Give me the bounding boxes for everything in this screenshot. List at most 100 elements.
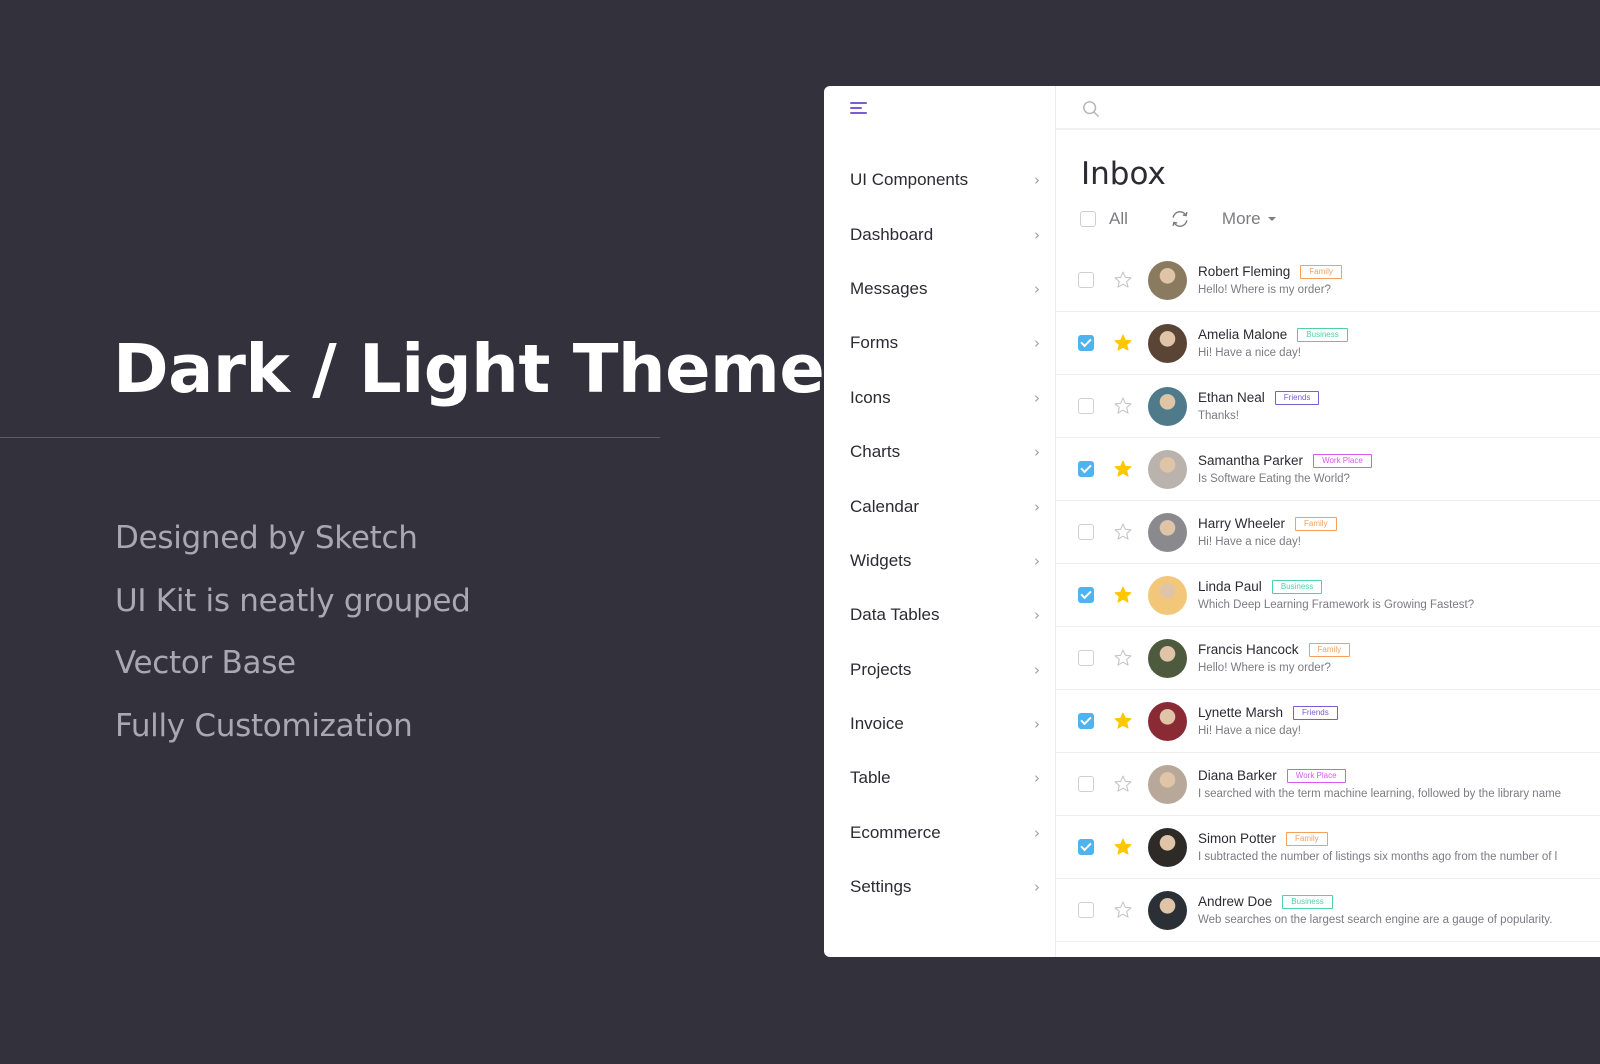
- avatar: [1148, 639, 1187, 678]
- sender-name: Harry Wheeler: [1198, 516, 1286, 531]
- sidebar: UI Components › Dashboard › Messages › Forms › I…: [824, 86, 1056, 957]
- sender-name: Diana Barker: [1198, 768, 1277, 783]
- star-icon[interactable]: [1113, 333, 1133, 353]
- message-row[interactable]: Francis Hancock Family Hello! Where is my …: [1056, 627, 1600, 690]
- message-preview: Hi! Have a nice day!: [1198, 536, 1301, 548]
- sender-line: Robert Fleming Family: [1198, 264, 1342, 279]
- more-label: More: [1221, 209, 1261, 228]
- select-all-checkbox[interactable]: [1080, 211, 1096, 227]
- sidebar-item-dashboard[interactable]: Dashboard ›: [824, 207, 1056, 261]
- sidebar-item-projects[interactable]: Projects ›: [824, 643, 1056, 697]
- row-checkbox[interactable]: [1078, 461, 1094, 477]
- message-row[interactable]: Andrew Doe Business Web searches on the la…: [1056, 879, 1600, 942]
- star-icon[interactable]: [1113, 270, 1133, 290]
- sender-line: Linda Paul Business: [1198, 579, 1323, 594]
- star-icon[interactable]: [1113, 396, 1133, 416]
- star-icon[interactable]: [1113, 774, 1133, 794]
- search-icon[interactable]: [1082, 100, 1100, 118]
- message-row[interactable]: Robert Fleming Family Hello! Where is my o…: [1056, 249, 1600, 312]
- sidebar-item-settings[interactable]: Settings ›: [824, 860, 1056, 914]
- avatar: [1148, 387, 1187, 426]
- caret-down-icon: [1267, 217, 1276, 221]
- feature-list: Designed by Sketch UI Kit is neatly grou…: [115, 518, 471, 768]
- chevron-right-icon: ›: [1034, 497, 1040, 516]
- row-checkbox[interactable]: [1078, 713, 1094, 729]
- row-checkbox[interactable]: [1078, 524, 1094, 540]
- star-icon[interactable]: [1113, 648, 1133, 668]
- row-checkbox[interactable]: [1078, 398, 1094, 414]
- star-icon[interactable]: [1113, 711, 1133, 731]
- sidebar-item-charts[interactable]: Charts ›: [824, 425, 1056, 479]
- message-preview: Web searches on the largest search engin…: [1198, 914, 1553, 926]
- sender-name: Andrew Doe: [1198, 894, 1273, 909]
- message-preview: Which Deep Learning Framework is Growing…: [1198, 599, 1475, 611]
- star-icon[interactable]: [1113, 585, 1133, 605]
- sidebar-item-label: Forms: [850, 333, 899, 353]
- message-preview: Thanks!: [1198, 410, 1239, 422]
- avatar: [1148, 513, 1187, 552]
- sidebar-item-widgets[interactable]: Widgets ›: [824, 534, 1056, 588]
- sender-line: Harry Wheeler Family: [1198, 516, 1337, 531]
- row-checkbox[interactable]: [1078, 776, 1094, 792]
- chevron-right-icon: ›: [1034, 878, 1040, 897]
- avatar: [1148, 702, 1187, 741]
- sidebar-item-ecommerce[interactable]: Ecommerce ›: [824, 806, 1056, 860]
- category-tag: Family: [1300, 264, 1342, 279]
- message-row[interactable]: Lynette Marsh Friends Hi! Have a nice day!: [1056, 690, 1600, 753]
- sidebar-item-invoice[interactable]: Invoice ›: [824, 697, 1056, 751]
- sidebar-item-table[interactable]: Table ›: [824, 751, 1056, 805]
- sender-line: Diana Barker Work Place: [1198, 768, 1346, 783]
- hero-divider: [0, 437, 660, 438]
- message-preview: I searched with the term machine learnin…: [1198, 788, 1562, 800]
- app-window: UI Components › Dashboard › Messages › Forms › I…: [824, 86, 1600, 957]
- sender-line: Ethan Neal Friends: [1198, 390, 1320, 405]
- feature-item: Vector Base: [115, 645, 296, 681]
- row-checkbox[interactable]: [1078, 272, 1094, 288]
- feature-item: Fully Customization: [115, 707, 413, 744]
- sidebar-item-data-tables[interactable]: Data Tables ›: [824, 588, 1056, 642]
- row-checkbox[interactable]: [1078, 839, 1094, 855]
- row-checkbox[interactable]: [1078, 335, 1094, 351]
- message-row[interactable]: Samantha Parker Work Place Is Software Eat…: [1056, 438, 1600, 501]
- select-all-label[interactable]: All: [1109, 209, 1128, 229]
- inbox-toolbar: All More: [1080, 208, 1276, 230]
- sender-line: Amelia Malone Business: [1198, 327, 1348, 342]
- sidebar-nav: UI Components › Dashboard › Messages › Forms › I…: [824, 153, 1056, 914]
- avatar: [1148, 576, 1187, 615]
- sidebar-item-icons[interactable]: Icons ›: [824, 371, 1056, 425]
- message-row[interactable]: Linda Paul Business Which Deep Learning Fr…: [1056, 564, 1600, 627]
- sidebar-item-forms[interactable]: Forms ›: [824, 316, 1056, 370]
- chevron-right-icon: ›: [1034, 606, 1040, 625]
- refresh-icon[interactable]: [1169, 208, 1191, 230]
- message-row[interactable]: Amelia Malone Business Hi! Have a nice day…: [1056, 312, 1600, 375]
- sidebar-item-label: Ecommerce: [850, 822, 941, 842]
- row-checkbox[interactable]: [1078, 902, 1094, 918]
- sidebar-item-ui-components[interactable]: UI Components ›: [824, 153, 1056, 207]
- page-title: Inbox: [1081, 156, 1166, 192]
- more-dropdown[interactable]: More: [1222, 209, 1276, 229]
- sidebar-item-calendar[interactable]: Calendar ›: [824, 479, 1056, 533]
- sidebar-item-label: Calendar: [850, 496, 919, 516]
- star-icon[interactable]: [1113, 459, 1133, 479]
- message-row[interactable]: Simon Potter Family I subtracted the numbe…: [1056, 816, 1600, 879]
- star-icon[interactable]: [1113, 837, 1133, 857]
- chevron-right-icon: ›: [1034, 715, 1040, 734]
- chevron-right-icon: ›: [1034, 769, 1040, 788]
- message-row[interactable]: Diana Barker Work Place I searched with th…: [1056, 753, 1600, 816]
- chevron-right-icon: ›: [1034, 823, 1040, 842]
- sender-line: Samantha Parker Work Place: [1198, 453, 1372, 468]
- sender-name: Linda Paul: [1198, 579, 1262, 594]
- row-checkbox[interactable]: [1078, 650, 1094, 666]
- row-checkbox[interactable]: [1078, 587, 1094, 603]
- star-icon[interactable]: [1113, 900, 1133, 920]
- sidebar-item-messages[interactable]: Messages ›: [824, 262, 1056, 316]
- sidebar-item-label: Dashboard: [850, 224, 934, 244]
- message-list: Robert Fleming Family Hello! Where is my o…: [1056, 249, 1600, 942]
- sidebar-item-label: Charts: [850, 442, 901, 462]
- message-row[interactable]: Ethan Neal Friends Thanks!: [1056, 375, 1600, 438]
- sender-name: Ethan Neal: [1198, 390, 1265, 405]
- hamburger-menu-icon[interactable]: [850, 102, 868, 116]
- chevron-right-icon: ›: [1034, 388, 1040, 407]
- star-icon[interactable]: [1113, 522, 1133, 542]
- message-row[interactable]: Harry Wheeler Family Hi! Have a nice day!: [1056, 501, 1600, 564]
